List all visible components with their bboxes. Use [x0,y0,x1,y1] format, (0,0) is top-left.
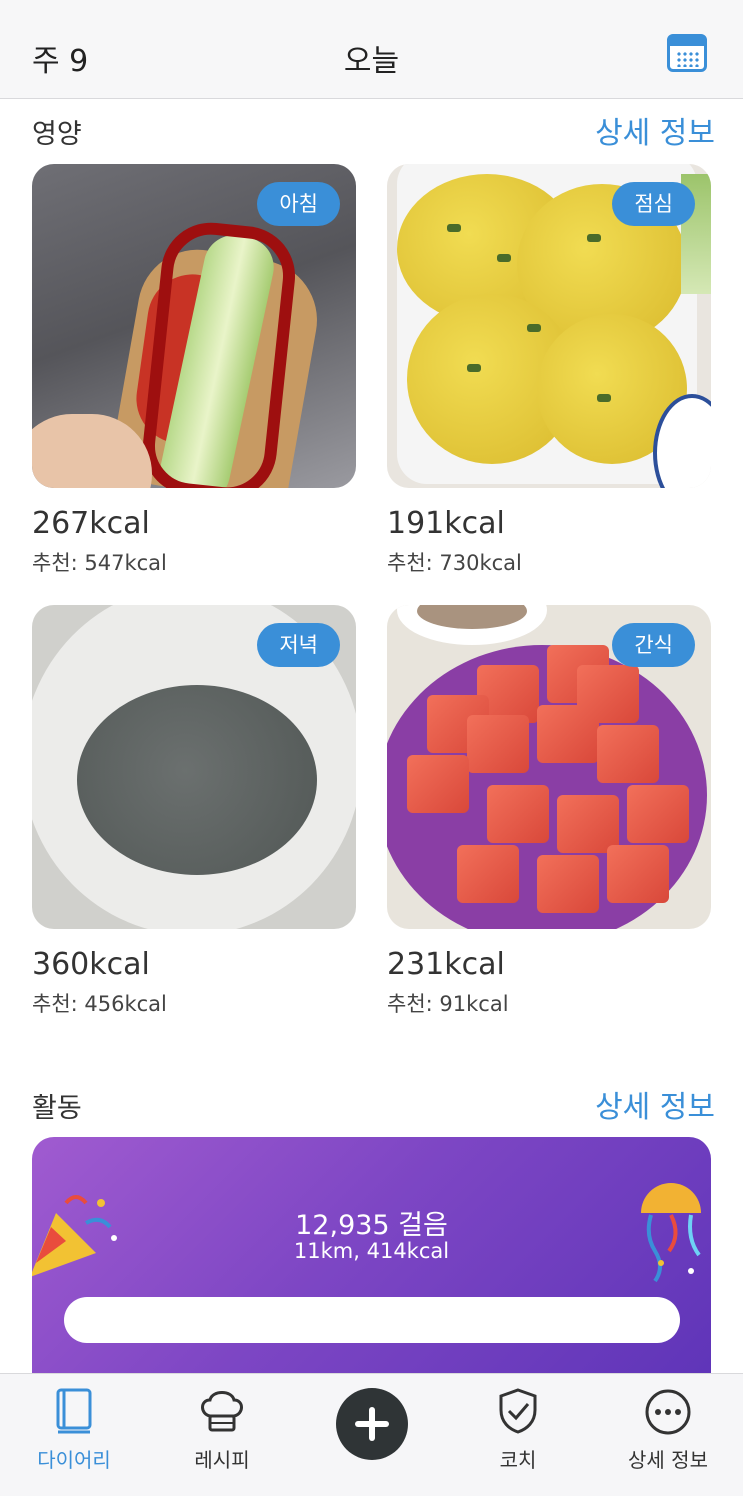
steps-count: 12,935 걸음 [295,1210,448,1241]
chef-hat-icon [201,1391,243,1432]
breakfast-recommended: 추천: 547kcal [32,551,167,575]
book-icon [56,1388,92,1434]
lunch-card[interactable]: 점심 [387,164,711,488]
activity-title: 활동 [32,1093,82,1124]
activity-detail-link[interactable]: 상세 정보 [595,1082,715,1126]
activity-card[interactable]: 12,935 걸음 11km, 414kcal [32,1137,711,1397]
tab-recipes[interactable]: 레시피 [148,1374,296,1496]
plus-icon [355,1407,389,1441]
breakfast-card[interactable]: 아침 [32,164,356,488]
tab-coach[interactable]: 코치 [444,1374,592,1496]
tab-more-label: 상세 정보 [628,1448,708,1472]
tab-recipes-label: 레시피 [194,1448,250,1472]
lunch-recommended: 추천: 730kcal [387,551,522,575]
meal-badge-lunch: 점심 [612,182,695,226]
dinner-kcal: 360kcal [32,947,150,982]
tab-diary-label: 다이어리 [37,1448,111,1472]
shield-check-icon [499,1388,537,1434]
add-entry-button[interactable] [336,1388,408,1460]
snack-card[interactable]: 간식 [387,605,711,929]
nutrition-detail-link[interactable]: 상세 정보 [595,108,715,152]
top-header: 주 9 오늘 [0,0,743,99]
nutrition-title: 영양 [32,119,82,150]
tab-coach-label: 코치 [499,1448,537,1472]
snack-recommended: 추천: 91kcal [387,992,509,1016]
page-title: 오늘 [343,44,400,79]
breakfast-kcal: 267kcal [32,506,150,541]
tab-diary[interactable]: 다이어리 [0,1374,148,1496]
tab-more[interactable]: 상세 정보 [594,1374,742,1496]
meal-badge-snack: 간식 [612,623,695,667]
steps-summary: 11km, 414kcal [293,1239,450,1263]
meal-badge-dinner: 저녁 [257,623,340,667]
steps-progress-bar [64,1297,680,1343]
dinner-recommended: 추천: 456kcal [32,992,167,1016]
lunch-kcal: 191kcal [387,506,505,541]
calendar-icon[interactable] [667,34,707,72]
more-icon [645,1389,691,1435]
snack-kcal: 231kcal [387,947,505,982]
meal-badge-breakfast: 아침 [257,182,340,226]
dinner-card[interactable]: 저녁 [32,605,356,929]
